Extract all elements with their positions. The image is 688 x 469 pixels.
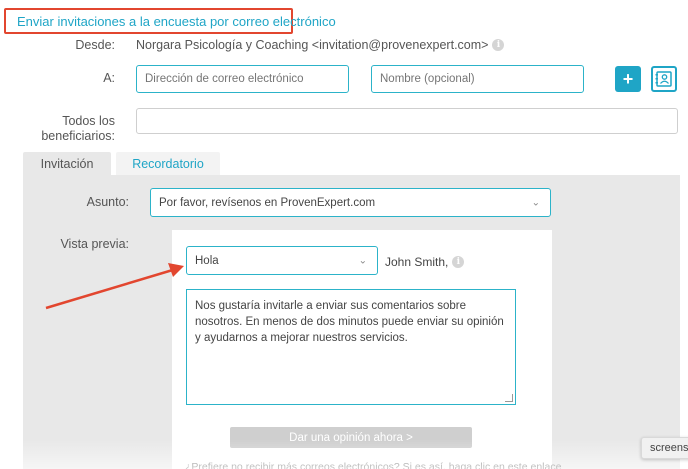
address-book-icon bbox=[655, 71, 672, 87]
screens-chip[interactable]: screens bbox=[641, 437, 688, 459]
preview-label: Vista previa: bbox=[60, 237, 129, 251]
greeting-value: Hola bbox=[195, 254, 219, 267]
to-label: A: bbox=[103, 71, 115, 85]
subject-select[interactable]: Por favor, revísenos en ProvenExpert.com… bbox=[150, 188, 551, 217]
all-recipients-field[interactable] bbox=[136, 108, 678, 134]
add-recipient-button[interactable]: + bbox=[615, 66, 641, 92]
section-header-email-invitations[interactable]: Enviar invitaciones a la encuesta por co… bbox=[4, 8, 336, 34]
give-opinion-button[interactable]: Dar una opinión ahora > bbox=[230, 427, 472, 448]
greeting-select[interactable]: Hola ⌄ bbox=[186, 246, 378, 275]
message-text: Nos gustaría invitarle a enviar sus come… bbox=[195, 300, 504, 344]
from-sender: Norgara Psicología y Coaching <invitatio… bbox=[136, 38, 489, 52]
all-recipients-label-line2: beneficiarios: bbox=[41, 129, 115, 143]
email-field[interactable] bbox=[136, 65, 349, 93]
tab-invitation[interactable]: Invitación bbox=[23, 152, 111, 176]
info-icon[interactable]: i bbox=[492, 39, 505, 51]
resize-handle-icon[interactable] bbox=[505, 394, 513, 402]
subject-label: Asunto: bbox=[86, 195, 129, 209]
unsubscribe-note[interactable]: ¿Prefiere no recibir más correos electró… bbox=[185, 461, 561, 469]
tab-reminder[interactable]: Recordatorio bbox=[116, 152, 220, 176]
all-recipients-label-line1: Todos los bbox=[62, 114, 115, 128]
annotation-arrow-icon bbox=[45, 263, 184, 310]
name-field[interactable] bbox=[371, 65, 584, 93]
from-label: Desde: bbox=[75, 38, 115, 52]
message-body[interactable]: Nos gustaría invitarle a enviar sus come… bbox=[186, 289, 516, 405]
from-value: Norgara Psicología y Coaching <invitatio… bbox=[136, 38, 505, 52]
chevron-down-icon: ⌄ bbox=[531, 197, 540, 208]
info-icon[interactable]: i bbox=[452, 256, 465, 268]
recipient-name-text: John Smith, bbox=[385, 255, 449, 269]
recipient-name: John Smith, i bbox=[385, 255, 465, 269]
address-book-button[interactable] bbox=[651, 66, 677, 92]
subject-value: Por favor, revísenos en ProvenExpert.com bbox=[159, 196, 376, 209]
plus-icon: + bbox=[622, 68, 634, 89]
all-recipients-label: Todos los beneficiarios: bbox=[30, 114, 115, 144]
chevron-down-icon: ⌄ bbox=[358, 255, 367, 266]
section-title: Enviar invitaciones a la encuesta por co… bbox=[17, 13, 336, 29]
